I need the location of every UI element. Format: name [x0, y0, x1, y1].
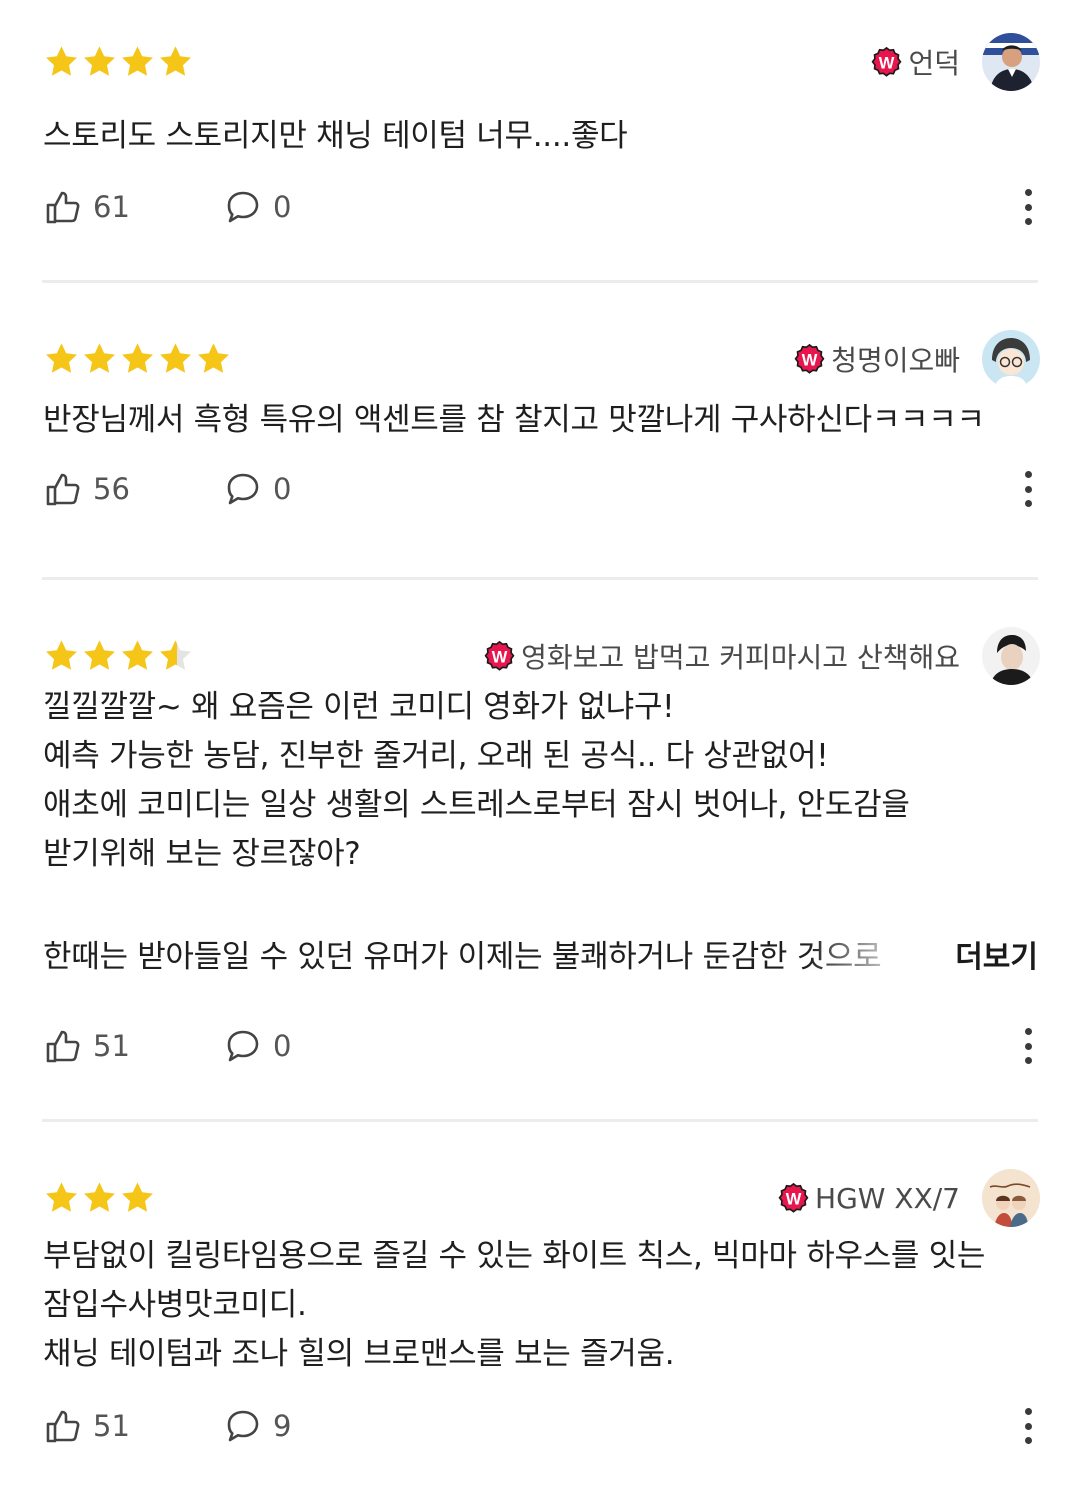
- like-button[interactable]: 51: [45, 1408, 225, 1444]
- comment-count: 0: [273, 472, 292, 506]
- star-icon: [43, 1180, 80, 1216]
- review-text-truncated: 한때는 받아들일 수 있던 유머가 이제는 불쾌하거나 둔감한 것으로: [43, 931, 928, 976]
- star-icon: [81, 638, 118, 674]
- star-half-icon: [160, 640, 191, 670]
- author-info[interactable]: 청명이오빠: [793, 330, 1040, 388]
- author-name[interactable]: HGW XX/7: [815, 1182, 960, 1215]
- like-button[interactable]: 51: [45, 1028, 225, 1064]
- author-name[interactable]: 영화보고 밥먹고 커피마시고 산책해요: [521, 636, 960, 676]
- review-card: 언덕 스토리도 스토리지만 채닝 테이텀 너무....좋다 61 0: [0, 0, 1080, 283]
- thumbs-up-icon: [45, 1408, 81, 1444]
- review-header: HGW XX/7: [43, 1166, 1040, 1230]
- review-text: 스토리도 스토리지만 채닝 테이텀 너무....좋다: [43, 118, 628, 154]
- avatar[interactable]: [982, 1169, 1040, 1227]
- author-info[interactable]: 영화보고 밥먹고 커피마시고 산책해요: [483, 627, 1040, 685]
- review-text: 낄낄깔깔~ 왜 요즘은 이런 코미디 영화가 없냐구! 예측 가능한 농담, 진…: [43, 689, 910, 872]
- more-vertical-icon[interactable]: [1016, 185, 1040, 229]
- watcha-w-badge-icon: [483, 640, 516, 673]
- truncated-line: 한때는 받아들일 수 있던 유머가 이제는 불쾌하거나 둔감한 것으로: [43, 939, 882, 975]
- watcha-w-badge-icon: [870, 46, 903, 79]
- more-vertical-icon[interactable]: [1016, 467, 1040, 511]
- thumbs-up-icon: [45, 471, 81, 507]
- text-fade: [807, 931, 928, 976]
- review-actions: 51 9: [45, 1401, 1040, 1451]
- review-header: 언덕: [43, 30, 1040, 94]
- comment-count: 9: [273, 1409, 292, 1443]
- comment-button[interactable]: 0: [225, 1028, 291, 1064]
- review-card: HGW XX/7 부담없이 킬링타임용으로 즐길 수 있는 화이트 칙스, 빅마…: [0, 1122, 1080, 1497]
- star-icon: [119, 1180, 156, 1216]
- review-header: 청명이오빠: [43, 327, 1040, 391]
- comment-button[interactable]: 0: [225, 189, 291, 225]
- watcha-w-badge-icon: [777, 1182, 810, 1215]
- more-vertical-icon[interactable]: [1016, 1024, 1040, 1068]
- like-count: 61: [93, 190, 130, 224]
- like-count: 51: [93, 1029, 130, 1063]
- watcha-w-badge-icon: [793, 343, 826, 376]
- avatar[interactable]: [982, 330, 1040, 388]
- review-actions: 56 0: [45, 464, 1040, 514]
- star-icon: [195, 341, 232, 377]
- comment-count: 0: [273, 1029, 292, 1063]
- like-button[interactable]: 61: [45, 189, 225, 225]
- star-icon: [43, 638, 80, 674]
- star-rating: [43, 1180, 156, 1216]
- review-actions: 51 0: [45, 1021, 1040, 1071]
- star-icon: [81, 341, 118, 377]
- review-text: 반장님께서 흑형 특유의 액센트를 참 찰지고 맛깔나게 구사하신다ㅋㅋㅋㅋ: [43, 402, 985, 438]
- review-card: 영화보고 밥먹고 커피마시고 산책해요 낄낄깔깔~ 왜 요즘은 이런 코미디 영…: [0, 580, 1080, 1122]
- star-icon: [81, 44, 118, 80]
- speech-bubble-icon: [225, 471, 261, 507]
- speech-bubble-icon: [225, 1408, 261, 1444]
- thumbs-up-icon: [45, 189, 81, 225]
- like-count: 51: [93, 1409, 130, 1443]
- author-info[interactable]: 언덕: [870, 33, 1040, 91]
- star-icon: [43, 44, 80, 80]
- review-more-row: 한때는 받아들일 수 있던 유머가 이제는 불쾌하거나 둔감한 것으로 더보기: [43, 929, 1038, 978]
- author-name[interactable]: 청명이오빠: [831, 339, 960, 379]
- star-rating: [43, 638, 194, 674]
- star-icon: [157, 341, 194, 377]
- comment-button[interactable]: 9: [225, 1408, 291, 1444]
- author-name[interactable]: 언덕: [908, 42, 960, 82]
- star-icon: [119, 44, 156, 80]
- author-info[interactable]: HGW XX/7: [777, 1169, 1040, 1227]
- review-header: 영화보고 밥먹고 커피마시고 산책해요: [43, 624, 1040, 688]
- more-button[interactable]: 더보기: [955, 932, 1038, 976]
- like-button[interactable]: 56: [45, 471, 225, 507]
- review-actions: 61 0: [45, 182, 1040, 232]
- thumbs-up-icon: [45, 1028, 81, 1064]
- star-rating: [43, 341, 232, 377]
- comment-count: 0: [273, 190, 292, 224]
- avatar[interactable]: [982, 33, 1040, 91]
- star-icon: [43, 341, 80, 377]
- like-count: 56: [93, 472, 130, 506]
- review-card: 청명이오빠 반장님께서 흑형 특유의 액센트를 참 찰지고 맛깔나게 구사하신다…: [0, 283, 1080, 580]
- star-icon: [119, 341, 156, 377]
- avatar[interactable]: [982, 627, 1040, 685]
- review-text: 부담없이 킬링타임용으로 즐길 수 있는 화이트 칙스, 빅마마 하우스를 잇는…: [43, 1238, 986, 1372]
- star-icon: [81, 1180, 118, 1216]
- comment-button[interactable]: 0: [225, 471, 291, 507]
- star-icon: [157, 44, 194, 80]
- more-vertical-icon[interactable]: [1016, 1404, 1040, 1448]
- speech-bubble-icon: [225, 1028, 261, 1064]
- star-rating: [43, 44, 194, 80]
- star-icon: [119, 638, 156, 674]
- speech-bubble-icon: [225, 189, 261, 225]
